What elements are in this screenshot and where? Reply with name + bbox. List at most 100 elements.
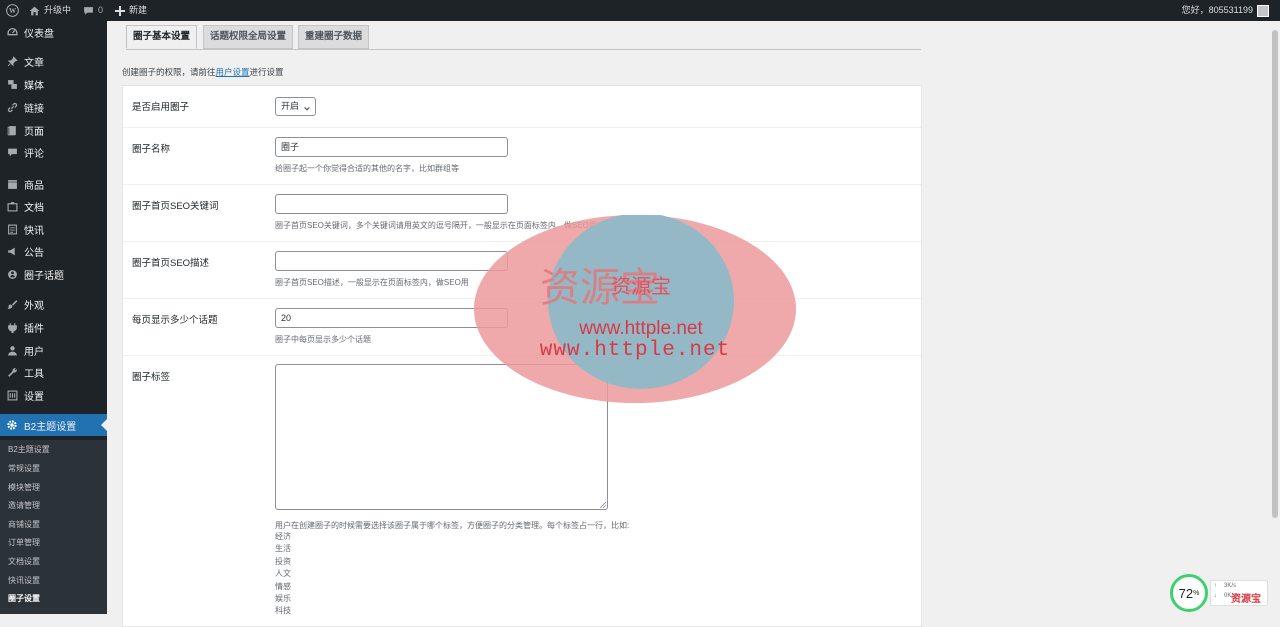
brush-icon	[6, 298, 18, 310]
tag-example: 娱乐	[275, 594, 291, 604]
svg-text:W: W	[9, 7, 17, 15]
menu-label: 媒体	[24, 80, 44, 92]
menu-label: 评论	[24, 148, 44, 160]
wordpress-logo-icon[interactable]: W	[6, 0, 19, 21]
menu-item-comments[interactable]: 评论	[0, 142, 107, 162]
store-icon	[6, 178, 18, 190]
submenu-item-orders[interactable]: 订单管理	[8, 536, 40, 550]
menu-item-products[interactable]: 商品	[0, 174, 107, 194]
menu-item-posts[interactable]: 文章	[0, 51, 107, 71]
intro-prefix: 创建圈子的权限，请前往	[122, 67, 216, 77]
submenu-item-circles[interactable]: 圈子设置	[8, 592, 40, 606]
chevron-down-icon	[303, 102, 311, 119]
tag-example: 投资	[275, 556, 291, 566]
menu-label: 圈子话题	[24, 270, 64, 282]
avatar	[1257, 4, 1269, 17]
admin-bar: W 升级中 0 新建 您好，805531199	[0, 0, 1280, 21]
menu-item-b2-theme-settings[interactable]: B2主题设置	[0, 414, 107, 436]
site-name-link[interactable]: 升级中	[29, 0, 71, 21]
doc-icon	[6, 200, 18, 212]
submenu-item-shop[interactable]: 商铺设置	[8, 518, 40, 532]
menu-item-users[interactable]: 用户	[0, 340, 107, 360]
watermark-inner-text: 资源宝	[611, 274, 671, 298]
tag-example: 经济	[275, 532, 291, 541]
settings-tabs: 圈子基本设置 话题权限全局设置 重建圈子数据	[126, 25, 921, 50]
submenu-item-docs[interactable]: 文档设置	[8, 555, 40, 569]
my-account-link[interactable]: 您好，805531199	[1182, 0, 1269, 21]
plus-icon	[115, 5, 125, 16]
news-icon	[6, 223, 18, 235]
megaphone-icon	[6, 245, 18, 257]
menu-item-docs[interactable]: 文档	[0, 196, 107, 216]
submenu-item-general[interactable]: 常规设置	[8, 462, 40, 476]
tag-example: 情感	[275, 581, 291, 591]
b2-submenu: B2主题设置 常规设置 模块管理 邀请管理 商铺设置 订单管理 文档设置 快讯设…	[0, 440, 107, 614]
resize-handle-icon[interactable]	[600, 502, 606, 508]
menu-label: 链接	[24, 103, 44, 115]
page-icon	[6, 124, 18, 136]
menu-item-media[interactable]: 媒体	[0, 74, 107, 94]
menu-label: 外观	[24, 300, 44, 312]
tab-rebuild-circle-data[interactable]: 重建圈子数据	[298, 25, 370, 49]
site-name-label: 升级中	[44, 5, 72, 15]
menu-label: 工具	[24, 368, 44, 380]
watermark: 资源宝 资源宝 www.httple.net www.httple.net	[474, 213, 796, 403]
wrench-icon	[6, 366, 18, 378]
enable-circle-row: 是否启用圈子 开启	[123, 86, 921, 128]
submenu-item-modules[interactable]: 模块管理	[8, 481, 40, 495]
field-label: 每页显示多少个话题	[132, 315, 218, 326]
field-description: 圈子中每页显示多少个话题	[275, 335, 371, 344]
plugin-icon	[6, 321, 18, 333]
enable-circle-select[interactable]: 开启	[275, 97, 316, 116]
watermark-url-secondary: www.httple.net	[540, 339, 730, 362]
menu-label: 文档	[24, 202, 44, 214]
field-label: 圈子首页SEO关键词	[132, 201, 219, 212]
menu-label: 设置	[24, 391, 44, 403]
admin-menu: 仪表盘 文章 媒体 链接 页面 评论 商品 文档 快讯 公告 圈子话题 外观 插…	[0, 21, 107, 614]
menu-item-plugins[interactable]: 插件	[0, 317, 107, 337]
settings-icon	[6, 389, 18, 401]
submenu-item-invites[interactable]: 邀请管理	[8, 499, 40, 513]
submenu-item-b2-theme[interactable]: B2主题设置	[8, 443, 50, 457]
menu-label: 页面	[24, 126, 44, 138]
download-arrow-icon: ↓	[1214, 593, 1217, 599]
select-value: 开启	[281, 101, 300, 111]
submenu-item-news[interactable]: 快讯设置	[8, 574, 40, 588]
menu-label: 插件	[24, 323, 44, 335]
menu-item-announcements[interactable]: 公告	[0, 241, 107, 261]
field-description: 圈子首页SEO描述，一般显示在页面标签内，做SEO用	[275, 278, 469, 287]
tag-example: 科技	[275, 606, 291, 616]
tag-examples: 经济 生活 投资 人文 情感 娱乐 科技	[275, 531, 291, 618]
tag-example: 生活	[275, 544, 291, 554]
seo-keywords-input[interactable]	[275, 194, 508, 214]
intro-suffix: 进行设置	[249, 67, 284, 77]
network-widget[interactable]: ↑ ↓ 3K/s 0K/s 资源宝	[1210, 580, 1268, 606]
field-label: 圈子标签	[132, 372, 171, 383]
menu-item-appearance[interactable]: 外观	[0, 294, 107, 314]
speed-value: 72	[1178, 585, 1194, 601]
menu-item-tools[interactable]: 工具	[0, 362, 107, 382]
scrollbar-thumb[interactable]	[1272, 30, 1278, 518]
menu-label: 文章	[24, 57, 44, 69]
comment-icon	[6, 146, 18, 158]
tab-circle-basic-settings[interactable]: 圈子基本设置	[126, 25, 198, 49]
user-icon	[6, 344, 18, 356]
menu-label: B2主题设置	[24, 421, 77, 433]
menu-item-circle-topics[interactable]: 圈子话题	[0, 264, 107, 284]
menu-item-dashboard[interactable]: 仪表盘	[0, 22, 107, 42]
menu-item-settings[interactable]: 设置	[0, 385, 107, 405]
comments-link[interactable]: 0	[83, 0, 103, 21]
new-content-link[interactable]: 新建	[115, 0, 147, 21]
menu-item-news[interactable]: 快讯	[0, 219, 107, 239]
menu-label: 商品	[24, 180, 44, 192]
circle-name-input[interactable]: 圈子	[275, 137, 508, 157]
user-settings-link[interactable]: 用户设置	[216, 67, 250, 77]
upload-rate: 3K/s	[1224, 583, 1237, 589]
speed-widget[interactable]: 72%	[1170, 574, 1208, 612]
pin-icon	[6, 55, 18, 67]
tab-topic-permissions[interactable]: 话题权限全局设置	[203, 25, 294, 49]
menu-item-pages[interactable]: 页面	[0, 120, 107, 140]
menu-item-links[interactable]: 链接	[0, 97, 107, 117]
menu-label: 公告	[24, 247, 44, 259]
circle-name-row: 圈子名称 圈子 给圈子起一个你觉得合适的其他的名字，比如群组等	[123, 128, 921, 185]
